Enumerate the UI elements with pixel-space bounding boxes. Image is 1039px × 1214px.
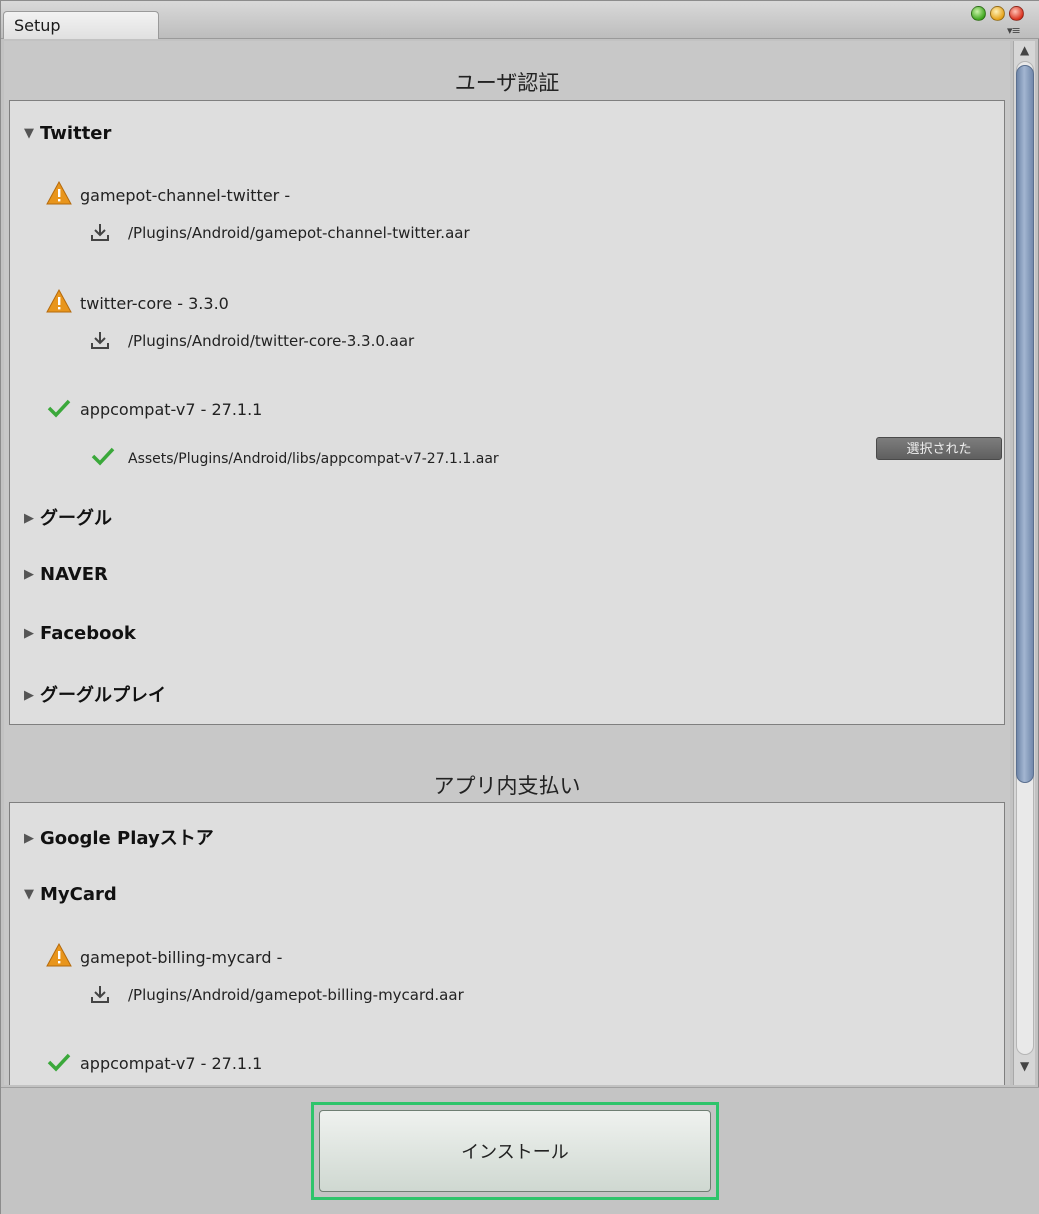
footer: インストール xyxy=(1,1087,1039,1214)
check-icon xyxy=(90,445,128,471)
expanded-arrow-icon: ▼ xyxy=(24,887,34,902)
fold-label: MyCard xyxy=(40,884,117,905)
warning-icon xyxy=(46,180,80,209)
collapsed-arrow-icon: ▶ xyxy=(24,626,34,641)
scroll-thumb[interactable] xyxy=(1016,65,1034,783)
menu-icon[interactable]: ▾≡ xyxy=(1007,24,1021,37)
package-name: appcompat-v7 - 27.1.1 xyxy=(80,400,263,419)
package-name: twitter-core - 3.3.0 xyxy=(80,294,229,313)
fold-naver[interactable]: ▶ NAVER xyxy=(24,564,108,585)
download-icon[interactable] xyxy=(90,330,128,354)
fold-label: Google Playストア xyxy=(40,828,214,849)
fold-google[interactable]: ▶ グーグル xyxy=(24,504,112,530)
collapsed-arrow-icon: ▶ xyxy=(24,567,34,582)
fold-label: NAVER xyxy=(40,564,108,585)
download-icon[interactable] xyxy=(90,984,128,1008)
package-path: Assets/Plugins/Android/libs/appcompat-v7… xyxy=(128,451,499,467)
package-item: twitter-core - 3.3.0 xyxy=(46,288,229,317)
vertical-scrollbar[interactable]: ▲ ▼ xyxy=(1013,41,1035,1085)
package-name: gamepot-billing-mycard - xyxy=(80,948,283,967)
auth-panel: ▼ Twitter gamepot-channel-twitter - /Plug… xyxy=(9,100,1005,725)
install-button[interactable]: インストール xyxy=(319,1110,711,1192)
check-icon xyxy=(46,1051,80,1077)
package-name: gamepot-channel-twitter - xyxy=(80,186,291,205)
fold-label: Facebook xyxy=(40,623,136,644)
fold-facebook[interactable]: ▶ Facebook xyxy=(24,623,136,644)
package-path: /Plugins/Android/twitter-core-3.3.0.aar xyxy=(128,332,415,350)
package-path: /Plugins/Android/gamepot-billing-mycard.… xyxy=(128,986,464,1004)
fold-googleplay[interactable]: ▶ グーグルプレイ xyxy=(24,681,166,707)
tab-setup[interactable]: Setup xyxy=(3,11,159,39)
package-item: gamepot-billing-mycard - xyxy=(46,942,283,971)
maximize-button[interactable] xyxy=(971,6,986,21)
fold-mycard[interactable]: ▼ MyCard xyxy=(24,884,117,905)
package-name: appcompat-v7 - 27.1.1 xyxy=(80,1054,263,1073)
fold-label: グーグルプレイ xyxy=(40,685,166,706)
fold-google-play-store[interactable]: ▶ Google Playストア xyxy=(24,824,214,850)
minimize-button[interactable] xyxy=(990,6,1005,21)
scroll-up-arrow-icon[interactable]: ▲ xyxy=(1020,43,1029,57)
scroll-down-arrow-icon[interactable]: ▼ xyxy=(1020,1059,1029,1073)
section-title-iap: アプリ内支払い xyxy=(433,774,581,798)
selected-badge: 選択された xyxy=(876,437,1002,460)
close-button[interactable] xyxy=(1009,6,1024,21)
setup-window: Setup ▾≡ ユーザ認証 ▼ Twitter gamepot-channel-… xyxy=(0,0,1039,1214)
collapsed-arrow-icon: ▶ xyxy=(24,688,34,703)
collapsed-arrow-icon: ▶ xyxy=(24,831,34,846)
package-path-row: Assets/Plugins/Android/libs/appcompat-v7… xyxy=(90,445,499,471)
package-item: appcompat-v7 - 27.1.1 xyxy=(46,397,262,423)
package-path-row: /Plugins/Android/gamepot-billing-mycard.… xyxy=(90,984,464,1008)
collapsed-arrow-icon: ▶ xyxy=(24,511,34,526)
package-item: gamepot-channel-twitter - xyxy=(46,180,291,209)
fold-label: グーグル xyxy=(40,508,112,529)
package-path: /Plugins/Android/gamepot-channel-twitter… xyxy=(128,224,470,242)
title-bar: Setup ▾≡ xyxy=(1,1,1039,39)
warning-icon xyxy=(46,288,80,317)
warning-icon xyxy=(46,942,80,971)
package-item: appcompat-v7 - 27.1.1 xyxy=(46,1051,262,1077)
iap-panel: ▶ Google Playストア ▼ MyCard gamepot-billing-… xyxy=(9,802,1005,1085)
download-icon[interactable] xyxy=(90,222,128,246)
fold-label: Twitter xyxy=(40,123,112,144)
section-title-auth: ユーザ認証 xyxy=(454,71,560,95)
fold-twitter[interactable]: ▼ Twitter xyxy=(24,123,111,144)
check-icon xyxy=(46,397,80,423)
package-path-row: /Plugins/Android/gamepot-channel-twitter… xyxy=(90,222,470,246)
content-area: ユーザ認証 ▼ Twitter gamepot-channel-twitter -… xyxy=(4,41,1010,1085)
expanded-arrow-icon: ▼ xyxy=(24,126,34,141)
package-path-row: /Plugins/Android/twitter-core-3.3.0.aar xyxy=(90,330,414,354)
